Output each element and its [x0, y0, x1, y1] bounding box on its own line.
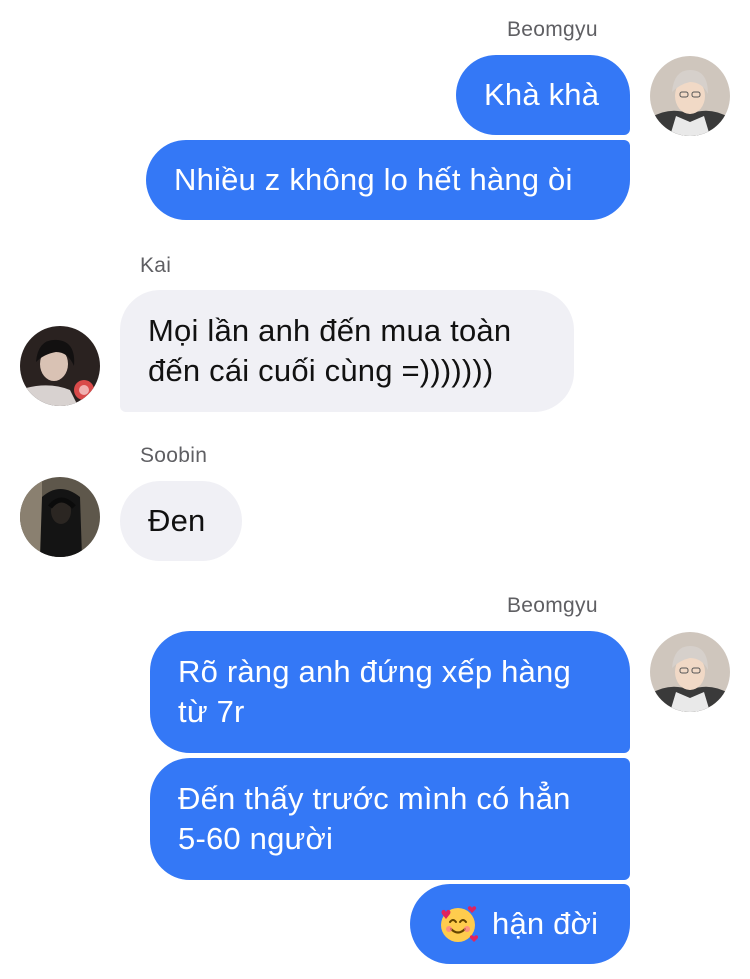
message-bubble[interactable]: hận đời: [410, 884, 630, 964]
sender-name-kai: Kai: [140, 254, 172, 277]
avatar-kai[interactable]: [20, 326, 100, 406]
message-text: Rõ ràng anh đứng xếp hàng từ 7r: [178, 654, 571, 729]
message-text: Khà khà: [484, 77, 600, 112]
message-bubble[interactable]: Nhiều z không lo hết hàng òi: [146, 140, 630, 220]
message-text: Nhiều z không lo hết hàng òi: [174, 162, 573, 197]
message-bubble[interactable]: Rõ ràng anh đứng xếp hàng từ 7r: [150, 631, 630, 753]
avatar-soobin[interactable]: [20, 477, 100, 557]
sender-name-beomgyu: Beomgyu: [507, 594, 598, 617]
smiling-face-with-hearts-icon: [438, 904, 479, 944]
message-text: Đen: [148, 503, 206, 538]
sender-name-soobin: Soobin: [140, 444, 208, 467]
avatar-beomgyu[interactable]: [650, 632, 730, 712]
message-text: Đến thấy trước mình có hẳn 5-60 người: [178, 781, 571, 856]
avatar-beomgyu[interactable]: [650, 56, 730, 136]
message-bubble[interactable]: Đen: [120, 481, 242, 561]
sender-name-beomgyu: Beomgyu: [507, 18, 598, 41]
message-bubble[interactable]: Mọi lần anh đến mua toàn đến cái cuối cù…: [120, 290, 574, 412]
message-bubble[interactable]: Khà khà: [456, 55, 630, 135]
message-text: Mọi lần anh đến mua toàn đến cái cuối cù…: [148, 313, 512, 388]
message-bubble[interactable]: Đến thấy trước mình có hẳn 5-60 người: [150, 758, 630, 880]
message-text: hận đời: [492, 906, 599, 941]
